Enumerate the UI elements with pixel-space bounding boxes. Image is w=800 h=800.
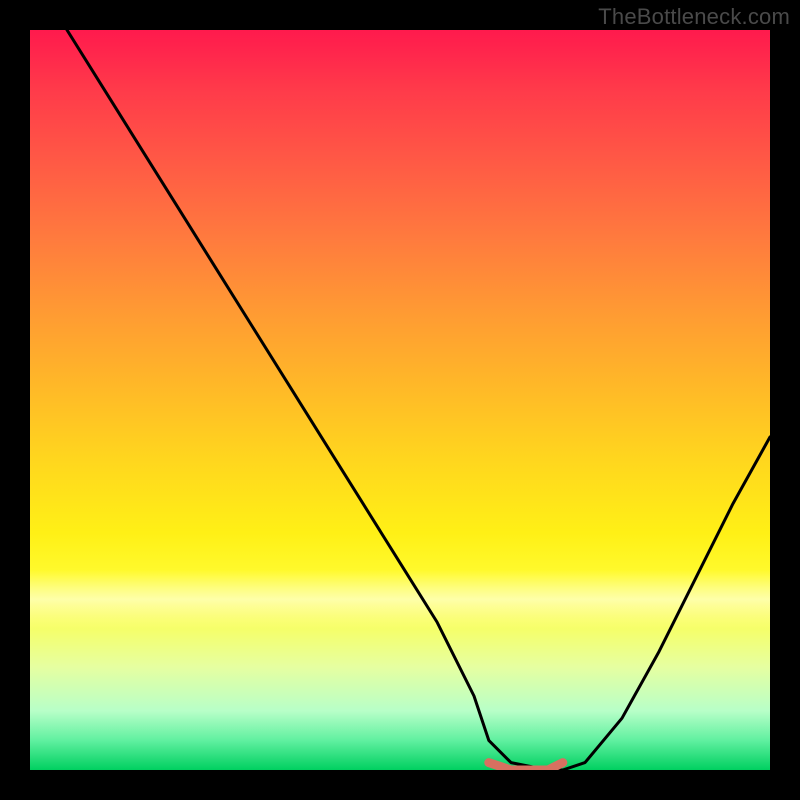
chart-frame: TheBottleneck.com [0,0,800,800]
bottleneck-curve [67,30,770,770]
watermark-text: TheBottleneck.com [598,4,790,30]
optimal-range-highlight [489,763,563,770]
curve-layer [30,30,770,770]
plot-area [30,30,770,770]
